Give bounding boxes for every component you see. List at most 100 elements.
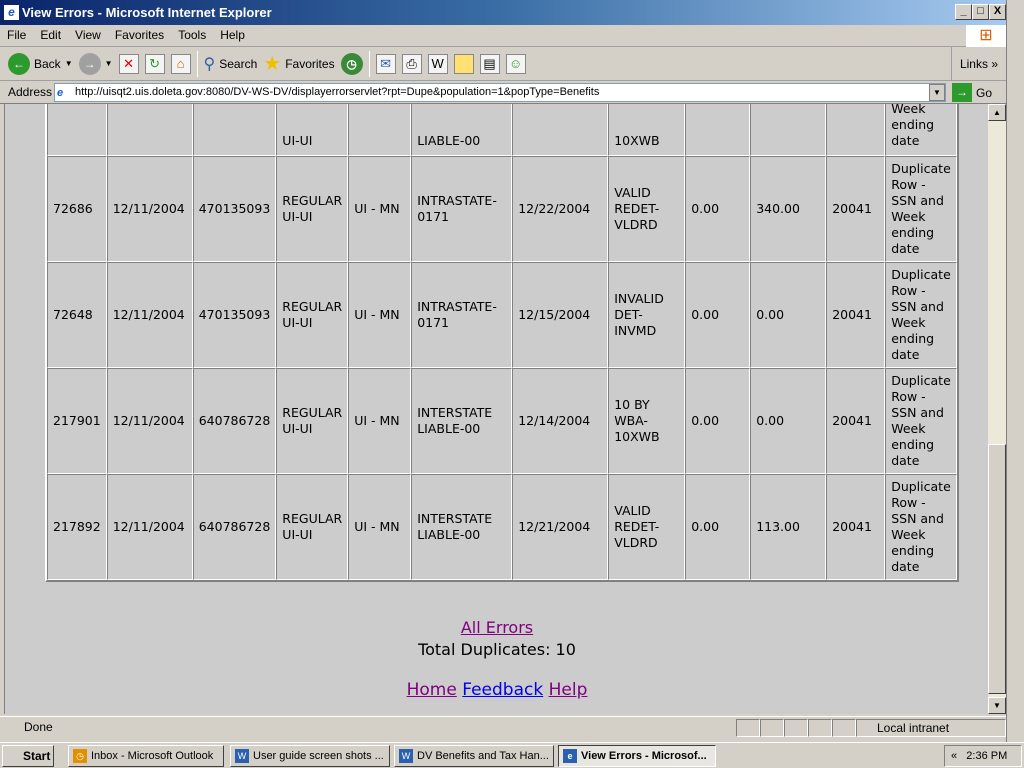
menu-bar: File Edit View Favorites Tools Help — [0, 25, 1006, 47]
cell-claim-type: INTRASTATE-0171 — [411, 156, 513, 262]
cell-amount-2: 0.00 — [750, 262, 827, 368]
favorites-button[interactable]: ★ Favorites — [263, 51, 334, 76]
task-word-user-guide[interactable]: W User guide screen shots ... — [230, 745, 390, 767]
title-bar: e View Errors - Microsoft Internet Explo… — [0, 0, 1006, 25]
minimize-button[interactable]: _ — [955, 4, 972, 20]
cell-claim-type: LIABLE-00 — [411, 104, 513, 156]
forward-arrow-icon: → — [78, 52, 101, 75]
cell-year-quarter: 20041 — [826, 156, 886, 262]
edit-word-icon[interactable]: W — [427, 53, 448, 74]
stop-icon[interactable]: ✕ — [118, 53, 139, 74]
cell-id — [47, 104, 107, 156]
cell-date: 12/11/2004 — [106, 262, 193, 368]
task-word-dv-benefits[interactable]: W DV Benefits and Tax Han... — [394, 745, 554, 767]
cell-error-description: Duplicate Row - SSN and Week ending date — [885, 262, 957, 368]
tray-expand-button[interactable]: « — [951, 750, 957, 762]
search-icon: ⚲ — [203, 55, 216, 73]
cell-amount-2: 0.00 — [750, 368, 827, 474]
table-row: 72648 12/11/2004 470135093 REGULAR UI-UI UI … — [47, 262, 957, 368]
cell-error-description: Week ending date — [885, 104, 957, 156]
ie-icon: e — [4, 5, 19, 20]
cell-week-ending: 12/15/2004 — [512, 262, 609, 368]
cell-week-ending: 12/21/2004 — [512, 474, 609, 580]
status-text: Done — [24, 720, 53, 734]
cell-id: 217892 — [47, 474, 107, 580]
refresh-icon[interactable]: ↻ — [144, 53, 165, 74]
home-link[interactable]: Home — [407, 680, 457, 700]
errors-table: UI-UI LIABLE-00 10XWB Week ending date 72686… — [45, 104, 959, 582]
cell-error-description: Duplicate Row - SSN and Week ending date — [885, 474, 957, 580]
start-button[interactable]: Start — [2, 745, 54, 767]
history-icon[interactable]: ◷ — [340, 52, 363, 75]
messenger-icon[interactable]: ☺ — [505, 53, 526, 74]
window-title: View Errors - Microsoft Internet Explore… — [22, 5, 272, 20]
cell-amount-1: 0.00 — [685, 262, 751, 368]
scroll-up-button[interactable]: ▲ — [988, 104, 1006, 121]
close-button[interactable]: X — [989, 4, 1006, 20]
cell-program: REGULAR UI-UI — [276, 262, 349, 368]
menu-view[interactable]: View — [68, 25, 108, 45]
system-tray: « 2:36 PM — [944, 745, 1022, 767]
cell-state: UI - MN — [348, 474, 412, 580]
separator — [196, 50, 198, 77]
cell-amount-1 — [685, 104, 751, 156]
cell-program: REGULAR UI-UI — [276, 156, 349, 262]
toolbar: ← Back ▼ → ▼ ✕ ↻ ⌂ ⚲ Search ★ Favorites ◷ ✉ ⎙… — [0, 47, 1006, 81]
cell-state — [348, 104, 412, 156]
menu-help[interactable]: Help — [213, 25, 252, 45]
cell-date: 12/11/2004 — [106, 368, 193, 474]
menu-file[interactable]: File — [0, 25, 33, 45]
cell-determination: INVALID DET-INVMD — [608, 262, 686, 368]
task-outlook[interactable]: ◷ Inbox - Microsoft Outlook — [68, 745, 224, 767]
menu-tools[interactable]: Tools — [171, 25, 213, 45]
home-icon[interactable]: ⌂ — [170, 53, 191, 74]
star-icon: ★ — [263, 53, 282, 75]
search-button[interactable]: ⚲ Search — [204, 54, 258, 74]
feedback-link[interactable]: Feedback — [462, 680, 543, 700]
all-errors-link[interactable]: All Errors — [461, 618, 533, 637]
address-dropdown[interactable]: ▼ — [929, 84, 945, 101]
background-window-edge — [1006, 0, 1024, 742]
cell-claim-type: INTERSTATE LIABLE-00 — [411, 474, 513, 580]
cell-ssn — [192, 104, 277, 156]
clock: 2:36 PM — [966, 750, 1008, 762]
research-icon[interactable]: ▤ — [479, 53, 500, 74]
address-bar: Address e http://uisqt2.uis.doleta.gov:80… — [0, 81, 1006, 104]
note-icon[interactable] — [453, 53, 474, 74]
cell-amount-2 — [750, 104, 827, 156]
cell-state: UI - MN — [348, 156, 412, 262]
forward-button[interactable]: → ▼ — [78, 52, 113, 75]
cell-date — [106, 104, 193, 156]
menu-edit[interactable]: Edit — [33, 25, 68, 45]
cell-program: UI-UI — [276, 104, 349, 156]
mail-icon[interactable]: ✉ — [375, 53, 396, 74]
table-row: 217901 12/11/2004 640786728 REGULAR UI-UI UI… — [47, 368, 957, 474]
go-arrow-icon: → — [952, 83, 972, 102]
help-link[interactable]: Help — [549, 680, 588, 700]
links-button[interactable]: Links » — [950, 47, 1006, 81]
address-input[interactable]: e http://uisqt2.uis.doleta.gov:8080/DV-WS… — [54, 83, 946, 102]
cell-ssn: 640786728 — [192, 368, 277, 474]
scroll-down-button[interactable]: ▼ — [988, 697, 1006, 714]
task-view-errors[interactable]: e View Errors - Microsof... — [558, 745, 716, 767]
cell-year-quarter: 20041 — [826, 262, 886, 368]
vertical-scrollbar[interactable]: ▲ ▼ — [988, 104, 1006, 714]
cell-determination: VALID REDET-VLDRD — [608, 156, 686, 262]
cell-determination: 10XWB — [608, 104, 686, 156]
cell-week-ending: 12/14/2004 — [512, 368, 609, 474]
table-row: 217892 12/11/2004 640786728 REGULAR UI-UI UI… — [47, 474, 957, 580]
cell-date: 12/11/2004 — [106, 474, 193, 580]
menu-favorites[interactable]: Favorites — [108, 25, 171, 45]
cell-date: 12/11/2004 — [106, 156, 193, 262]
maximize-button[interactable]: □ — [972, 4, 989, 20]
security-zone: Local intranet — [856, 719, 1006, 737]
cell-state: UI - MN — [348, 368, 412, 474]
taskbar: Start ◷ Inbox - Microsoft Outlook W User g… — [0, 742, 1024, 768]
print-icon[interactable]: ⎙ — [401, 53, 422, 74]
scroll-thumb[interactable] — [988, 444, 1006, 694]
cell-amount-1: 0.00 — [685, 368, 751, 474]
back-button[interactable]: ← Back ▼ — [8, 52, 73, 75]
cell-error-description: Duplicate Row - SSN and Week ending date — [885, 368, 957, 474]
cell-program: REGULAR UI-UI — [276, 368, 349, 474]
go-button[interactable]: → Go — [952, 83, 992, 102]
